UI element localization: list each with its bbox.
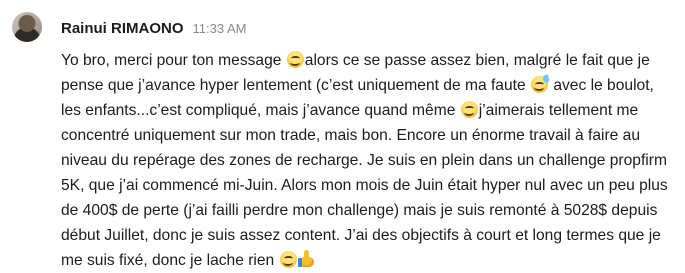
message-header: Rainui RIMAONO 11:33 AM <box>61 20 246 37</box>
chat-message: Rainui RIMAONO 11:33 AM Yo bro, merci po… <box>0 0 685 271</box>
author-name[interactable]: Rainui RIMAONO <box>61 20 184 37</box>
thumbs-up-icon <box>297 250 315 268</box>
sweat-smile-icon <box>530 74 551 93</box>
message-text-part-4: j’aimerais tellement me concentré unique… <box>61 102 673 269</box>
smiling-face-icon <box>279 251 297 268</box>
smiling-face-icon <box>286 51 304 68</box>
avatar[interactable] <box>12 12 42 42</box>
message-text-part-1: Yo bro, merci pour ton message <box>61 52 286 69</box>
smiling-face-icon <box>460 101 478 118</box>
message-timestamp[interactable]: 11:33 AM <box>193 21 247 36</box>
message-body: Yo bro, merci pour ton message alors ce … <box>61 48 675 273</box>
